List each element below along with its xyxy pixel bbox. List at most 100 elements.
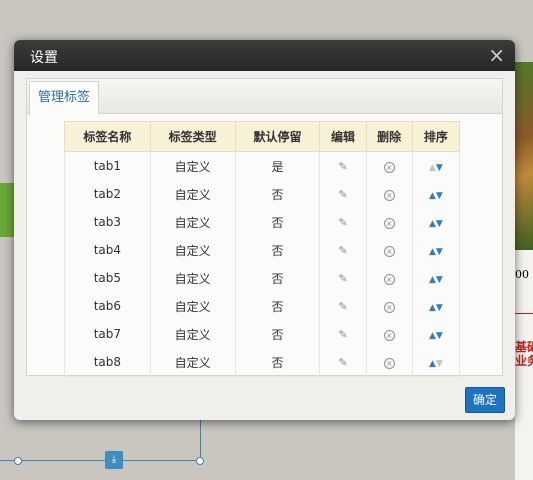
edit-icon[interactable]: ✎	[338, 272, 347, 285]
delete-cell: ×	[365, 320, 413, 348]
tag-name-cell: tab6	[64, 292, 151, 320]
tag-type-cell: 自定义	[149, 151, 236, 180]
delete-cell: ×	[365, 292, 413, 320]
column-header-delete: 删除	[365, 121, 413, 152]
tag-name-cell: tab4	[64, 236, 151, 264]
tag-default-cell: 否	[234, 236, 321, 264]
tag-type-cell: 自定义	[149, 292, 236, 320]
column-header-type: 标签类型	[149, 121, 236, 152]
edit-icon[interactable]: ✎	[338, 188, 347, 201]
confirm-button[interactable]: 确定	[465, 387, 505, 413]
tag-type-cell: 自定义	[149, 180, 236, 208]
arrow-up-icon[interactable]: ▲	[429, 219, 436, 229]
edit-cell: ✎	[319, 320, 367, 348]
delete-cell: ×	[365, 208, 413, 236]
tab-manage-tags[interactable]: 管理标签	[29, 81, 100, 115]
delete-cell: ×	[365, 151, 413, 180]
tag-default-cell: 否	[234, 180, 321, 208]
arrow-up-icon[interactable]: ▲	[429, 191, 436, 201]
dialog-title: 设置	[30, 50, 58, 66]
sort-cell: ▲▼	[411, 320, 461, 348]
arrow-down-icon[interactable]: ▼	[436, 219, 443, 229]
arrow-up-icon[interactable]: ▲	[429, 359, 436, 369]
table-row: tab5 自定义否 ✎ × ▲▼	[64, 264, 461, 292]
sort-cell: ▲▼	[411, 264, 461, 292]
edit-icon[interactable]: ✎	[338, 244, 347, 257]
table-body: tab1 自定义是 ✎ × ▲▼ tab2 自定义否 ✎ × ▲▼ tab3 自定义否 ✎ × ▲▼ tab4…	[64, 151, 461, 377]
edit-cell: ✎	[319, 180, 367, 208]
delete-icon[interactable]: ×	[383, 274, 395, 285]
connector-node[interactable]	[14, 457, 22, 465]
arrow-down-icon[interactable]: ▼	[436, 247, 443, 257]
arrow-down-icon[interactable]: ▼	[436, 163, 443, 173]
edit-icon[interactable]: ✎	[338, 216, 347, 229]
tag-default-cell: 否	[234, 208, 321, 236]
column-header-sort: 排序	[411, 121, 461, 152]
tag-default-cell: 否	[234, 264, 321, 292]
column-header-name: 标签名称	[64, 121, 151, 152]
tag-type-cell: 自定义	[149, 348, 236, 377]
arrow-up-icon[interactable]: ▲	[429, 275, 436, 285]
table-row: tab4 自定义否 ✎ × ▲▼	[64, 236, 461, 264]
background-heading-fragment: 业务	[515, 354, 533, 368]
edit-icon[interactable]: ✎	[338, 160, 347, 173]
arrow-up-icon[interactable]: ▲	[429, 331, 436, 341]
edit-icon[interactable]: ✎	[338, 328, 347, 341]
delete-cell: ×	[365, 348, 413, 377]
sort-cell: ▲▼	[411, 180, 461, 208]
sort-cell: ▲▼	[411, 151, 461, 180]
delete-icon[interactable]: ×	[383, 162, 395, 173]
tags-table: 标签名称 标签类型 默认停留 编辑 删除 排序 tab1 自定义是 ✎ × ▲▼ tab2…	[64, 121, 461, 377]
arrow-down-icon[interactable]: ▼	[436, 331, 443, 341]
delete-cell: ×	[365, 264, 413, 292]
edit-cell: ✎	[319, 151, 367, 180]
edit-icon[interactable]: ✎	[338, 356, 347, 369]
sort-cell: ▲▼	[411, 236, 461, 264]
background-divider	[515, 313, 533, 314]
connector-line	[0, 460, 200, 461]
edit-cell: ✎	[319, 348, 367, 377]
tag-default-cell: 否	[234, 320, 321, 348]
download-icon[interactable]: ⤓	[105, 451, 123, 469]
sort-cell: ▲▼	[411, 348, 461, 377]
delete-cell: ×	[365, 236, 413, 264]
table-row: tab7 自定义否 ✎ × ▲▼	[64, 320, 461, 348]
tag-name-cell: tab5	[64, 264, 151, 292]
sort-cell: ▲▼	[411, 208, 461, 236]
arrow-down-icon[interactable]: ▼	[436, 191, 443, 201]
tag-name-cell: tab7	[64, 320, 151, 348]
tab-bar: 管理标签	[27, 79, 502, 115]
edit-cell: ✎	[319, 208, 367, 236]
arrow-down-icon[interactable]: ▼	[436, 359, 443, 369]
table-row: tab2 自定义否 ✎ × ▲▼	[64, 180, 461, 208]
tag-name-cell: tab8	[64, 348, 151, 377]
dialog-titlebar: 设置 ×	[14, 40, 515, 71]
tag-type-cell: 自定义	[149, 236, 236, 264]
table-row: tab8 自定义否 ✎ × ▲▼	[64, 348, 461, 377]
arrow-up-icon[interactable]: ▲	[429, 247, 436, 257]
column-header-edit: 编辑	[319, 121, 367, 152]
delete-cell: ×	[365, 180, 413, 208]
delete-icon[interactable]: ×	[383, 330, 395, 341]
settings-dialog: 设置 × 管理标签 标签名称 标签类型 默认停留 编辑 删除 排序 tab1 自定…	[14, 40, 515, 420]
connector-node[interactable]	[196, 457, 204, 465]
tag-name-cell: tab3	[64, 208, 151, 236]
delete-icon[interactable]: ×	[383, 190, 395, 201]
table-row: tab3 自定义否 ✎ × ▲▼	[64, 208, 461, 236]
edit-icon[interactable]: ✎	[338, 300, 347, 313]
delete-icon[interactable]: ×	[383, 302, 395, 313]
arrow-up-icon[interactable]: ▲	[429, 303, 436, 313]
tag-type-cell: 自定义	[149, 208, 236, 236]
delete-icon[interactable]: ×	[383, 246, 395, 257]
delete-icon[interactable]: ×	[383, 218, 395, 229]
column-header-default: 默认停留	[234, 121, 321, 152]
arrow-down-icon[interactable]: ▼	[436, 303, 443, 313]
tag-default-cell: 否	[234, 348, 321, 377]
tag-type-cell: 自定义	[149, 320, 236, 348]
table-row: tab1 自定义是 ✎ × ▲▼	[64, 151, 461, 180]
delete-icon[interactable]: ×	[383, 358, 395, 369]
close-icon[interactable]: ×	[488, 44, 505, 66]
arrow-up-icon[interactable]: ▲	[429, 163, 436, 173]
arrow-down-icon[interactable]: ▼	[436, 275, 443, 285]
connector-line	[200, 418, 201, 460]
